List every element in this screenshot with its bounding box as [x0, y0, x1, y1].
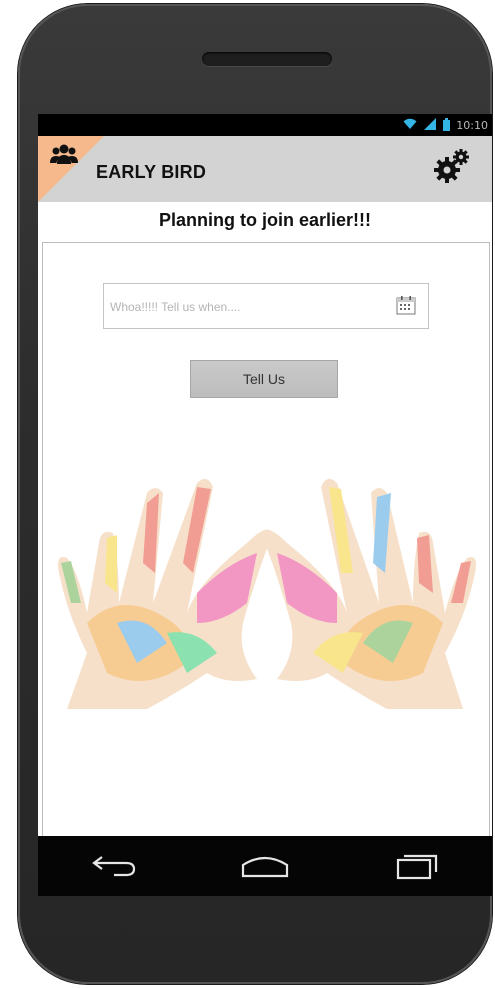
- home-icon: [241, 856, 289, 878]
- recents-button[interactable]: [386, 846, 446, 886]
- device-screen: 10:10 EARLY BIRD Planning to join earlie…: [38, 114, 492, 896]
- group-icon[interactable]: [50, 142, 78, 168]
- status-bar: 10:10: [38, 114, 492, 136]
- date-input[interactable]: [104, 284, 392, 330]
- date-field[interactable]: [103, 283, 429, 330]
- tell-us-button[interactable]: Tell Us: [190, 360, 338, 398]
- recents-icon: [397, 854, 438, 880]
- page-heading: Planning to join earlier!!!: [158, 210, 371, 230]
- painted-hands-illustration: [58, 478, 476, 709]
- back-button[interactable]: [84, 846, 144, 886]
- phone-speaker: [202, 52, 332, 66]
- settings-gear-icon[interactable]: [432, 146, 472, 186]
- app-title: EARLY BIRD: [96, 162, 207, 182]
- action-bar: EARLY BIRD: [38, 136, 492, 202]
- calendar-icon[interactable]: [396, 295, 416, 315]
- wifi-icon: [403, 118, 417, 132]
- navigation-bar: [38, 836, 492, 896]
- signal-icon: [423, 118, 437, 132]
- main-content: Planning to join earlier!!! Tell Us: [38, 202, 492, 840]
- status-time: 10:10: [456, 118, 488, 132]
- back-icon: [91, 856, 135, 877]
- home-button[interactable]: [235, 846, 295, 886]
- form-panel: Tell Us: [42, 242, 490, 840]
- battery-icon: [443, 117, 451, 133]
